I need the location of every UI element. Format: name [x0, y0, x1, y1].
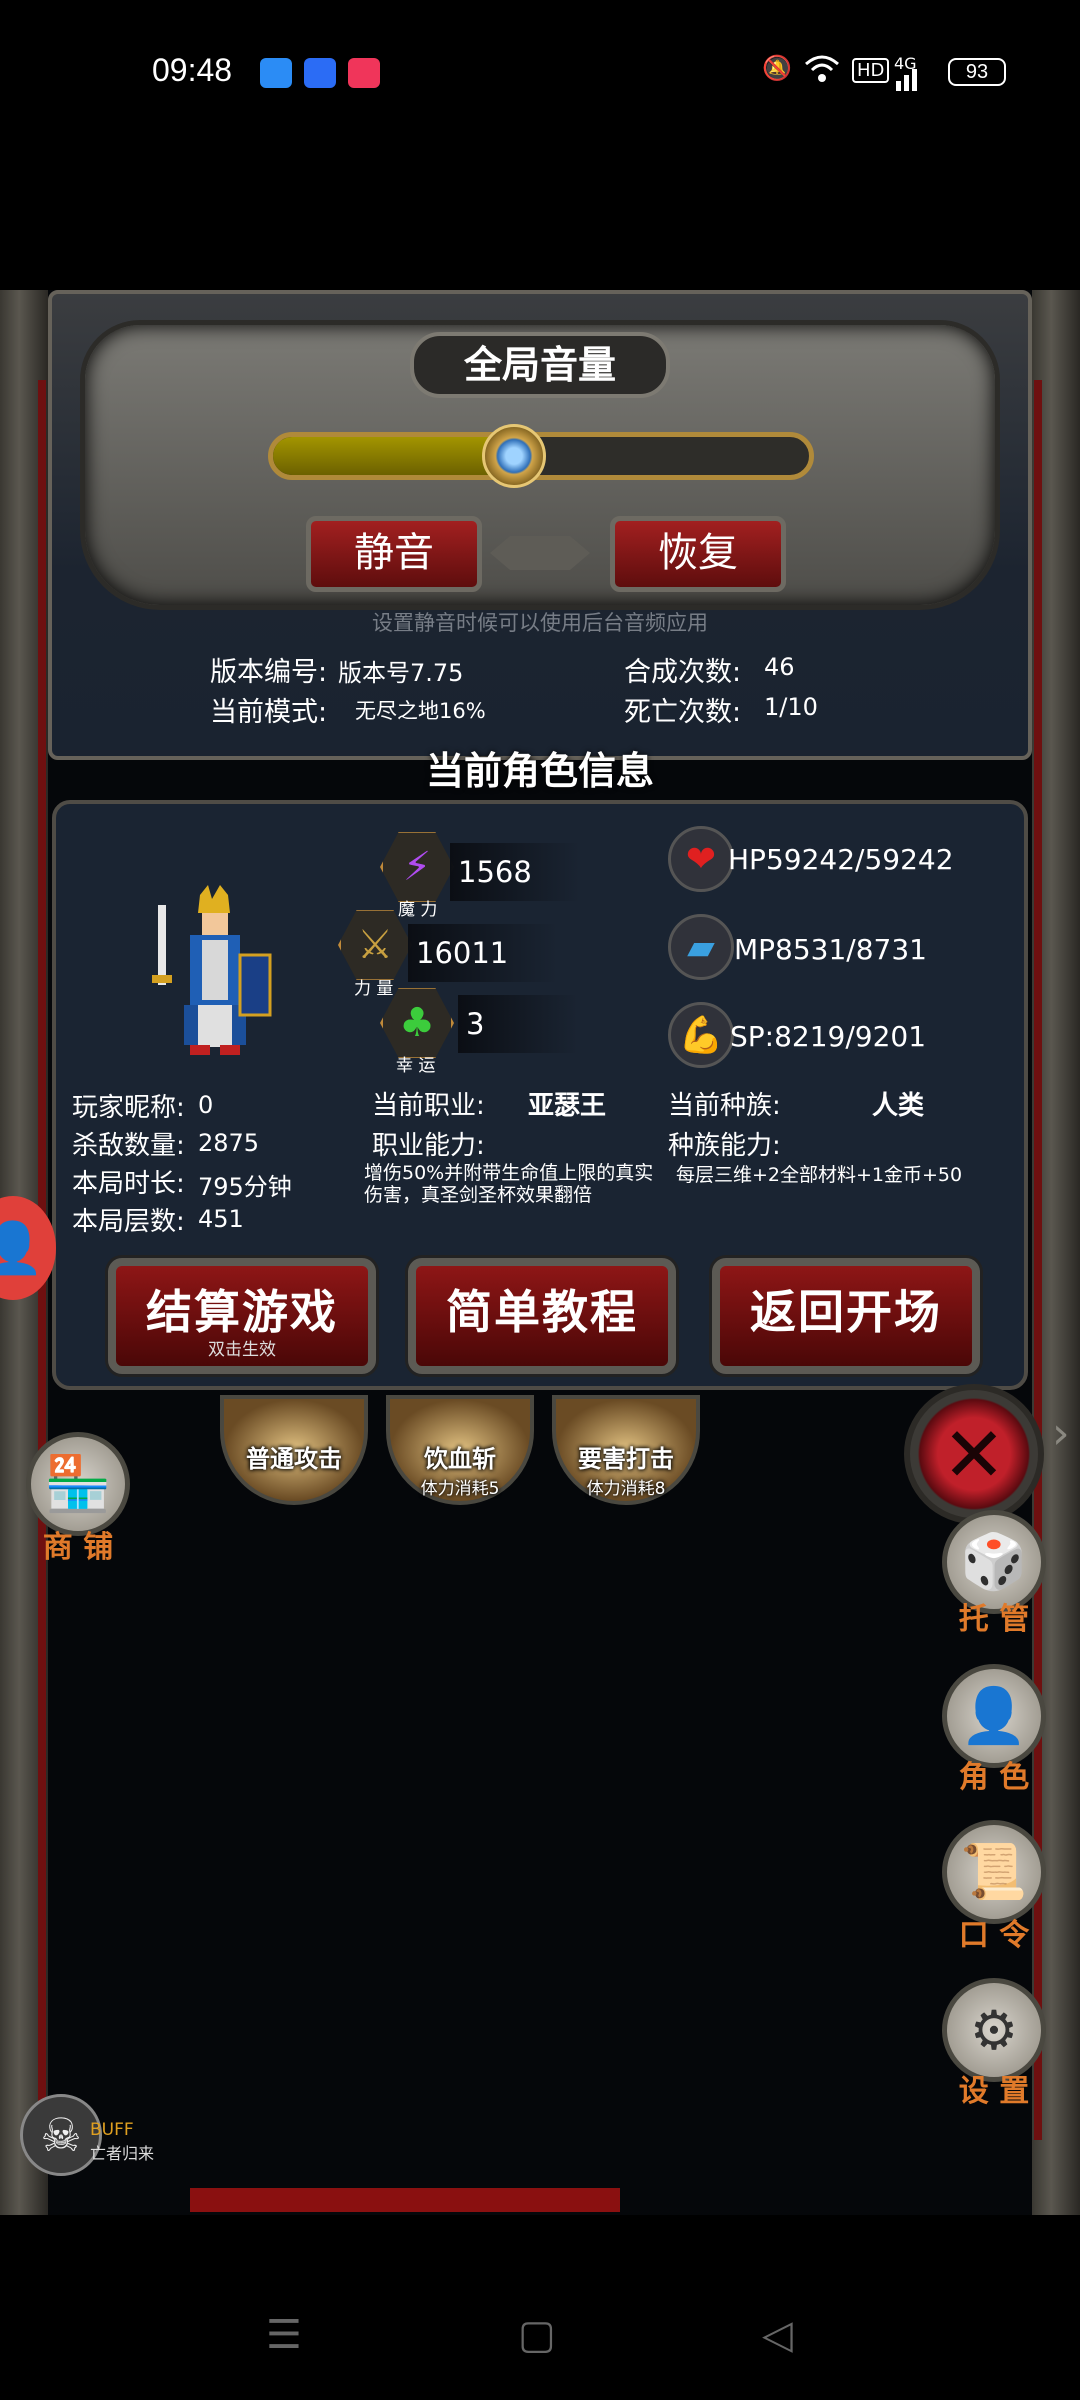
nickname-value: 0 [198, 1091, 214, 1119]
skill-vital-strike[interactable]: 要害打击 体力消耗8 [552, 1395, 700, 1505]
job-ability-desc: 增伤50%并附带生命值上限的真实伤害，真圣剑圣杯效果翻倍 [364, 1162, 654, 1206]
scroll-book-icon[interactable]: 📜 [942, 1820, 1046, 1924]
hp-value: HP59242/59242 [728, 843, 954, 876]
code-label: 口 令 [958, 1918, 1030, 1953]
settings-label: 设 置 [958, 2074, 1030, 2109]
mute-button[interactable]: 静音 [306, 516, 482, 592]
buff-name: 亡者归来 [90, 2144, 155, 2163]
mp-value: MP8531/8731 [734, 933, 927, 966]
skill-blood-slash[interactable]: 饮血斩 体力消耗5 [386, 1395, 534, 1505]
buff-label: BUFF [90, 2120, 134, 2140]
volume-slider-knob[interactable] [481, 424, 546, 488]
death-count-value: 1/10 [764, 693, 818, 721]
strength-caption: 力 量 [354, 979, 394, 999]
shop-label: 商 铺 [42, 1530, 114, 1565]
skill-name: 普通攻击 [246, 1445, 342, 1473]
magic-caption: 魔 力 [398, 900, 438, 920]
skill-cost: 体力消耗5 [420, 1479, 500, 1499]
close-icon[interactable]: ✕ [904, 1384, 1044, 1524]
role-label: 角 色 [958, 1760, 1030, 1795]
mode-label: 当前模式: [210, 697, 328, 728]
wifi-icon [804, 54, 840, 90]
volume-title: 全局音量 [410, 332, 670, 398]
race-ability-label: 种族能力: [668, 1131, 781, 1161]
luck-caption: 幸 运 [396, 1056, 436, 1076]
heart-icon: ❤ [668, 826, 734, 892]
skill-name: 要害打击 [578, 1445, 674, 1473]
tutorial-button[interactable]: 简单教程 [408, 1258, 676, 1374]
settle-game-button[interactable]: 结算游戏 双击生效 [108, 1258, 376, 1374]
job-value: 亚瑟王 [528, 1091, 607, 1121]
luck-value: 3 [458, 995, 578, 1053]
auto-label: 托 管 [958, 1602, 1030, 1637]
sp-value: SP:8219/9201 [730, 1020, 927, 1053]
job-ability-label: 职业能力: [372, 1131, 485, 1161]
shop-icon[interactable]: 🏪 [26, 1432, 130, 1536]
race-label: 当前种族: [668, 1091, 781, 1121]
death-count-label: 死亡次数: [624, 697, 742, 728]
menu-nav-icon[interactable]: ☰ [266, 2312, 302, 2358]
duration-value: 795分钟 [198, 1173, 292, 1201]
race-ability-desc: 每层三维+2全部材料+1金币+50 [676, 1164, 963, 1186]
skill-name: 饮血斩 [424, 1445, 496, 1473]
craft-count-value: 46 [764, 653, 795, 681]
hd-badge: HD [852, 58, 890, 83]
volume-fill [273, 437, 515, 475]
settle-game-label: 结算游戏 [146, 1285, 338, 1339]
character-sprite [150, 885, 280, 1060]
mana-icon: ▰ [668, 914, 734, 980]
floor-label: 本局层数: [72, 1207, 185, 1237]
kills-value: 2875 [198, 1129, 260, 1157]
kills-label: 杀敌数量: [72, 1131, 185, 1161]
back-to-start-button[interactable]: 返回开场 [712, 1258, 980, 1374]
magic-value: 1568 [450, 843, 580, 901]
craft-count-label: 合成次数: [624, 657, 742, 688]
nickname-label: 玩家昵称: [72, 1093, 185, 1123]
home-nav-icon[interactable]: ▢ [518, 2312, 556, 2358]
version-label: 版本编号: [210, 657, 328, 688]
floor-value: 451 [198, 1205, 244, 1233]
progress-strip [190, 2188, 620, 2212]
duration-label: 本局时长: [72, 1169, 185, 1199]
restore-button[interactable]: 恢复 [610, 516, 786, 592]
mute-hint: 设置静音时候可以使用后台音频应用 [372, 611, 708, 635]
signal-icon: 4G [894, 54, 924, 91]
chevron-right-icon[interactable]: › [1052, 1408, 1070, 1459]
strength-value: 16011 [408, 924, 558, 982]
battery-indicator: 93 [948, 58, 1006, 86]
race-value: 人类 [872, 1091, 925, 1121]
stamina-icon: 💪 [668, 1002, 734, 1068]
app-notification-icon [304, 58, 336, 88]
job-label: 当前职业: [372, 1091, 485, 1121]
ornament [490, 536, 590, 570]
app-notification-icon [260, 58, 292, 88]
skill-cost: 体力消耗8 [586, 1479, 666, 1499]
status-time: 09:48 [152, 52, 233, 88]
settle-game-hint: 双击生效 [208, 1340, 276, 1360]
mode-value: 无尽之地16% [355, 699, 486, 723]
video-app-icon [348, 58, 380, 88]
back-nav-icon[interactable]: ◁ [762, 2312, 793, 2358]
character-section-title: 当前角色信息 [425, 749, 654, 793]
mute-bell-icon: 🔕 [762, 54, 792, 82]
version-value: 版本号7.75 [338, 659, 464, 687]
